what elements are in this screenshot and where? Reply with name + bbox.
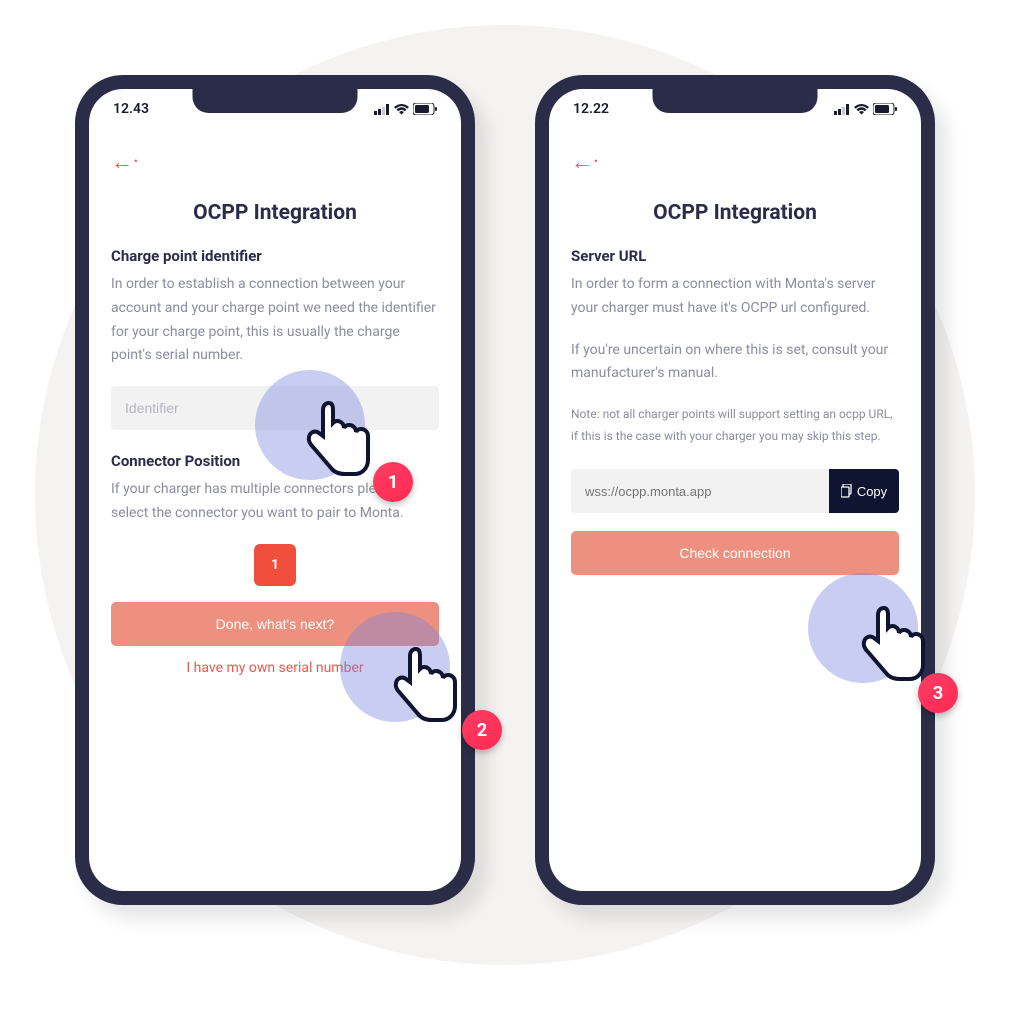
status-time: 12.43 — [113, 101, 149, 117]
wifi-icon — [394, 104, 409, 115]
page-title: OCPP Integration — [571, 201, 899, 225]
server-url-input[interactable] — [571, 469, 829, 513]
battery-icon — [873, 103, 897, 115]
wifi-icon — [854, 104, 869, 115]
status-icons — [834, 103, 897, 115]
identifier-body: In order to establish a connection betwe… — [111, 273, 439, 368]
status-icons — [374, 103, 437, 115]
server-url-heading: Server URL — [571, 247, 899, 265]
identifier-heading: Charge point identifier — [111, 247, 439, 265]
server-url-note: Note: not all charger points will suppor… — [571, 404, 899, 447]
signal-icon — [834, 104, 850, 115]
connector-heading: Connector Position — [111, 452, 439, 470]
battery-icon — [413, 103, 437, 115]
status-time: 12.22 — [573, 101, 609, 117]
phone-notch — [193, 89, 358, 113]
server-url-body-2: If you're uncertain on where this is set… — [571, 339, 899, 387]
back-arrow-icon[interactable]: ←· — [571, 149, 599, 175]
phone-screen-left: 12.43 ←· OCPP Integration Charge point i… — [89, 89, 461, 891]
identifier-input[interactable] — [111, 386, 439, 430]
copy-label: Copy — [857, 484, 887, 499]
phone-mockup-left: 12.43 ←· OCPP Integration Charge point i… — [75, 75, 475, 905]
callout-badge-2: 2 — [462, 710, 502, 750]
phone-screen-right: 12.22 ←· OCPP Integration Server URL In … — [549, 89, 921, 891]
done-button[interactable]: Done, what's next? — [111, 602, 439, 646]
own-serial-link[interactable]: I have my own serial number — [111, 660, 439, 676]
back-arrow-icon[interactable]: ←· — [111, 149, 139, 175]
phone-notch — [653, 89, 818, 113]
connector-option-1[interactable]: 1 — [254, 544, 296, 586]
copy-button[interactable]: Copy — [829, 469, 899, 513]
page-title: OCPP Integration — [111, 201, 439, 225]
connector-body: If your charger has multiple connectors … — [111, 478, 439, 526]
check-connection-button[interactable]: Check connection — [571, 531, 899, 575]
phone-mockup-right: 12.22 ←· OCPP Integration Server URL In … — [535, 75, 935, 905]
copy-icon — [841, 484, 853, 498]
callout-badge-3: 3 — [918, 673, 958, 713]
server-url-body: In order to form a connection with Monta… — [571, 273, 899, 321]
signal-icon — [374, 104, 390, 115]
